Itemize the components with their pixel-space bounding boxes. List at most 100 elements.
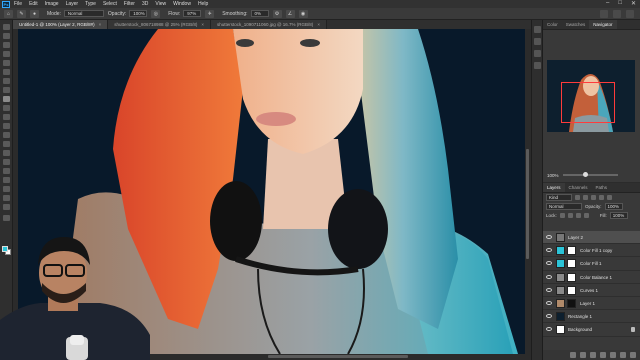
smoothing-field[interactable]: 0% (250, 10, 269, 17)
frame-tool-icon[interactable] (3, 69, 10, 75)
menu-help[interactable]: Help (198, 1, 208, 7)
filter-kind-select[interactable]: Kind (546, 194, 572, 201)
smoothing-settings-icon[interactable]: ⚙ (272, 9, 282, 18)
new-group-icon[interactable] (610, 352, 616, 358)
maximize-button[interactable]: □ (618, 0, 622, 7)
adjustments-icon[interactable] (534, 50, 541, 57)
scroll-thumb[interactable] (268, 355, 408, 358)
visibility-eye-icon[interactable] (546, 300, 552, 305)
crop-tool-icon[interactable] (3, 60, 10, 66)
move-tool-icon[interactable] (3, 24, 10, 30)
filter-pixel-icon[interactable] (575, 195, 580, 200)
menu-file[interactable]: File (14, 1, 22, 7)
menu-edit[interactable]: Edit (29, 1, 38, 7)
menu-view[interactable]: View (155, 1, 166, 7)
type-tool-icon[interactable] (3, 168, 10, 174)
zoom-slider[interactable] (562, 172, 618, 177)
close-icon[interactable]: × (317, 22, 320, 27)
tab-paths[interactable]: Paths (592, 183, 612, 192)
dodge-tool-icon[interactable] (3, 150, 10, 156)
layer-row[interactable]: Color Balance 1 (543, 271, 640, 284)
layer-row[interactable]: Background (543, 323, 640, 337)
share-icon[interactable] (626, 10, 634, 18)
brush-settings-icon[interactable]: ● (30, 9, 39, 18)
quick-select-tool-icon[interactable] (3, 51, 10, 57)
zoom-slider-knob[interactable] (582, 172, 588, 177)
gradient-tool-icon[interactable] (3, 132, 10, 138)
tab-color[interactable]: Color (543, 20, 562, 29)
opacity-field[interactable]: 100% (129, 10, 148, 17)
layer-row[interactable]: Color Fill 1 (543, 257, 640, 271)
visibility-eye-icon[interactable] (546, 314, 552, 319)
tab-navigator[interactable]: Navigator (589, 20, 617, 29)
eyedropper-tool-icon[interactable] (3, 78, 10, 84)
tab-shutterstock-2[interactable]: shutterstock_1090711060.jpg @ 16.7% (RGB… (211, 20, 327, 29)
menu-image[interactable]: Image (45, 1, 59, 7)
brush-panel-icon[interactable] (534, 62, 541, 69)
close-button[interactable]: ✕ (631, 0, 636, 7)
airbrush-icon[interactable]: ✈ (205, 9, 215, 18)
history-brush-tool-icon[interactable] (3, 114, 10, 120)
minimize-button[interactable]: – (606, 0, 609, 7)
layer-row[interactable]: Color Fill 1 copy (543, 244, 640, 258)
tab-layers[interactable]: Layers (543, 183, 565, 192)
visibility-eye-icon[interactable] (546, 235, 552, 239)
lock-all-icon[interactable] (583, 213, 589, 218)
search-icon[interactable] (600, 10, 608, 18)
lock-pixels-icon[interactable] (567, 213, 573, 218)
close-icon[interactable]: × (99, 22, 102, 27)
pressure-opacity-icon[interactable]: ◎ (151, 9, 161, 18)
blur-tool-icon[interactable] (3, 141, 10, 147)
layer-row[interactable]: Rectangle 1 (543, 310, 640, 324)
healing-tool-icon[interactable] (3, 87, 10, 93)
menu-layer[interactable]: Layer (66, 1, 79, 7)
marquee-tool-icon[interactable] (3, 33, 10, 39)
tab-shutterstock-1[interactable]: shutterstock_806718988 @ 25% (RGB/8) × (108, 20, 212, 29)
blend-mode-select[interactable]: Normal (546, 203, 582, 210)
visibility-eye-icon[interactable] (546, 261, 552, 266)
menu-3d[interactable]: 3D (142, 1, 148, 7)
path-select-tool-icon[interactable] (3, 177, 10, 183)
add-mask-icon[interactable] (590, 352, 596, 358)
pressure-size-icon[interactable]: ◉ (298, 9, 308, 18)
link-layers-icon[interactable] (570, 352, 576, 358)
navigator-view-box[interactable] (561, 82, 615, 123)
menu-window[interactable]: Window (173, 1, 191, 7)
filter-shape-icon[interactable] (599, 195, 604, 200)
layer-row[interactable]: Layer 2 (543, 231, 640, 245)
scroll-thumb[interactable] (526, 149, 529, 259)
brush-preset-icon[interactable]: ✎ (17, 9, 26, 18)
canvas-vertical-scrollbar[interactable] (525, 29, 530, 354)
filter-adjustment-icon[interactable] (583, 195, 588, 200)
hand-tool-icon[interactable] (3, 195, 10, 201)
clone-stamp-tool-icon[interactable] (3, 105, 10, 111)
menu-select[interactable]: Select (103, 1, 117, 7)
tab-untitled-1[interactable]: Untitled-1 @ 100% (Layer 2, RGB/8#) × (13, 20, 109, 29)
menu-filter[interactable]: Filter (124, 1, 135, 7)
filter-smart-object-icon[interactable] (607, 195, 612, 200)
visibility-eye-icon[interactable] (546, 248, 552, 253)
home-icon[interactable]: ⌂ (4, 9, 13, 18)
pen-tool-icon[interactable] (3, 159, 10, 165)
lasso-tool-icon[interactable] (3, 42, 10, 48)
visibility-eye-icon[interactable] (546, 287, 552, 292)
lock-transparency-icon[interactable] (559, 213, 565, 218)
delete-layer-icon[interactable] (630, 352, 636, 358)
layer-opacity-field[interactable]: 100% (604, 203, 623, 210)
tab-channels[interactable]: Channels (565, 183, 592, 192)
new-adjustment-icon[interactable] (600, 352, 606, 358)
close-icon[interactable]: × (201, 22, 204, 27)
angle-icon[interactable]: ∠ (285, 9, 295, 18)
mode-select[interactable]: Normal (63, 10, 104, 17)
lock-position-icon[interactable] (575, 213, 581, 218)
visibility-eye-icon[interactable] (546, 274, 552, 279)
more-tools-icon[interactable] (3, 215, 10, 221)
workspace-icon[interactable] (613, 10, 621, 18)
zoom-value[interactable]: 100% (547, 173, 559, 178)
layer-style-icon[interactable] (580, 352, 586, 358)
properties-icon[interactable] (534, 38, 541, 45)
tab-swatches[interactable]: Swatches (562, 20, 590, 29)
brush-tool-icon[interactable] (3, 96, 10, 102)
rectangle-tool-icon[interactable] (3, 186, 10, 192)
new-layer-icon[interactable] (620, 352, 626, 358)
